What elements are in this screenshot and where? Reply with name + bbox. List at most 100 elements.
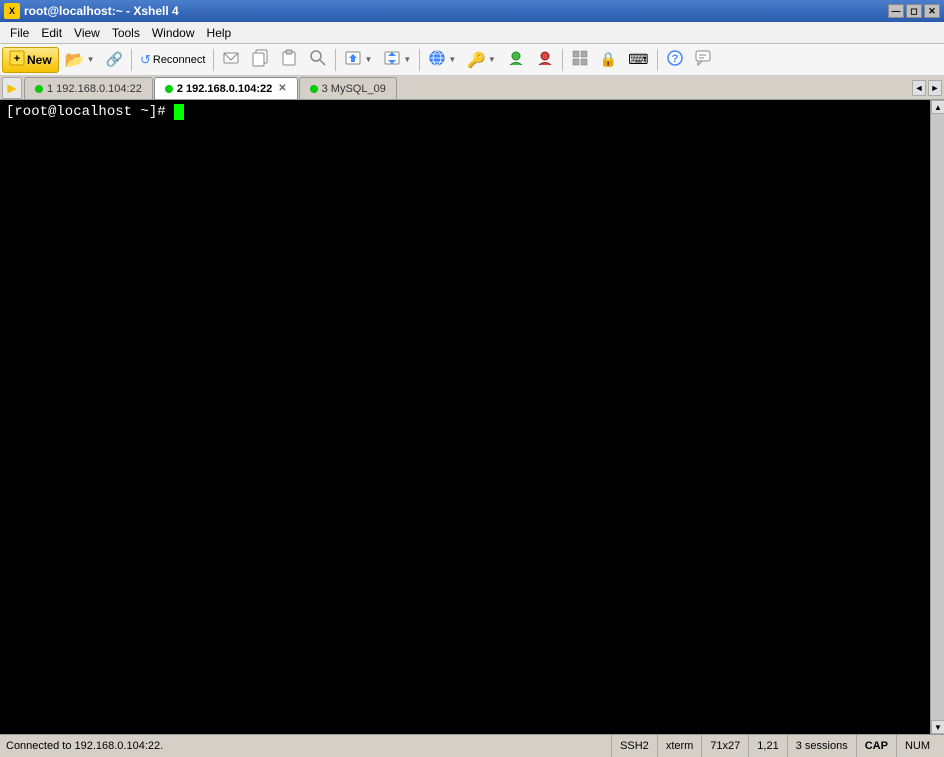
grid-button[interactable] (566, 47, 594, 73)
lock-button[interactable]: 🔒 (595, 47, 622, 73)
menu-bar: File Edit View Tools Window Help (0, 22, 944, 44)
restore-button[interactable]: ◻ (906, 4, 922, 18)
reconnect-label: Reconnect (153, 54, 206, 66)
terminal-prompt-line: [root@localhost ~]# (6, 104, 924, 120)
keyboard-button[interactable]: ⌨ (623, 47, 653, 73)
copy-button[interactable] (246, 47, 274, 73)
help-button[interactable]: ? (661, 47, 689, 73)
properties-button[interactable]: 🔗 (101, 47, 128, 73)
toolbar: + New 📂 ▼ 🔗 ↺ Reconnect (0, 44, 944, 76)
chat-icon (695, 49, 713, 70)
terminal-prompt: [root@localhost ~]# (6, 104, 174, 120)
sftp-button[interactable]: ▼ (378, 47, 416, 73)
agent2-button[interactable] (531, 47, 559, 73)
close-button[interactable]: ✕ (924, 4, 940, 18)
transfer-icon (344, 49, 362, 70)
find-button[interactable] (304, 47, 332, 73)
compose-button[interactable] (217, 47, 245, 73)
minimize-button[interactable]: — (888, 4, 904, 18)
new-icon: + (9, 50, 25, 69)
scrollbar-up-button[interactable]: ▲ (931, 100, 944, 114)
status-connection: Connected to 192.168.0.104:22. (6, 740, 611, 752)
window-title: root@localhost:~ - Xshell 4 (24, 4, 179, 18)
status-right: SSH2 xterm 71x27 1,21 3 sessions CAP NUM (611, 735, 938, 757)
status-protocol: SSH2 (611, 735, 657, 757)
title-bar: X root@localhost:~ - Xshell 4 — ◻ ✕ (0, 0, 944, 22)
paste-button[interactable] (275, 47, 303, 73)
separator-2 (213, 49, 214, 71)
tab-1-status-dot (35, 85, 43, 93)
key-dropdown-arrow: ▼ (488, 55, 496, 64)
lock-icon: 🔒 (600, 51, 617, 68)
tab-2-label: 2 192.168.0.104:22 (177, 83, 272, 95)
status-connected-text: Connected to 192.168.0.104:22. (6, 740, 163, 752)
key-icon: 🔑 (467, 51, 486, 69)
status-position: 1,21 (748, 735, 786, 757)
menu-edit[interactable]: Edit (35, 24, 68, 42)
transfer-button[interactable]: ▼ (339, 47, 377, 73)
separator-6 (657, 49, 658, 71)
reconnect-icon: ↺ (140, 52, 151, 68)
tab-3-label: 3 MySQL_09 (322, 83, 386, 95)
tab-2[interactable]: 2 192.168.0.104:22 ✕ (154, 77, 298, 99)
menu-file[interactable]: File (4, 24, 35, 42)
tab-1-label: 1 192.168.0.104:22 (47, 83, 142, 95)
terminal-cursor (174, 104, 184, 120)
globe-dropdown-arrow: ▼ (448, 55, 456, 64)
scrollbar-down-button[interactable]: ▼ (931, 720, 944, 734)
folder-dropdown-arrow: ▼ (87, 55, 95, 64)
paste-icon (280, 49, 298, 70)
tab-home-icon: ▶ (7, 81, 16, 95)
svg-text:?: ? (671, 53, 678, 65)
status-term: xterm (657, 735, 702, 757)
menu-view[interactable]: View (68, 24, 106, 42)
separator-3 (335, 49, 336, 71)
compose-icon (222, 49, 240, 70)
tab-2-status-dot (165, 85, 173, 93)
sftp-icon (383, 49, 401, 70)
svg-text:X: X (9, 6, 15, 16)
separator-4 (419, 49, 420, 71)
agent2-icon (536, 49, 554, 70)
tab-2-close-button[interactable]: ✕ (278, 83, 286, 94)
app-icon: X (4, 3, 20, 19)
copy-icon (251, 49, 269, 70)
svg-text:+: + (14, 53, 20, 65)
tab-3-status-dot (310, 85, 318, 93)
globe-icon (428, 49, 446, 70)
menu-help[interactable]: Help (201, 24, 238, 42)
keyboard-icon: ⌨ (628, 51, 648, 68)
sftp-dropdown-arrow: ▼ (403, 55, 411, 64)
reconnect-button[interactable]: ↺ Reconnect (135, 47, 211, 73)
tab-1[interactable]: 1 192.168.0.104:22 (24, 77, 153, 99)
status-num: NUM (896, 735, 938, 757)
help-icon: ? (666, 49, 684, 70)
tab-scroll-right-button[interactable]: ► (928, 80, 942, 96)
separator-1 (131, 49, 132, 71)
chat-button[interactable] (690, 47, 718, 73)
tab-3[interactable]: 3 MySQL_09 (299, 77, 397, 99)
main-area: [root@localhost ~]# ▲ ▼ (0, 100, 944, 734)
transfer-dropdown-arrow: ▼ (364, 55, 372, 64)
agent-icon (507, 49, 525, 70)
menu-tools[interactable]: Tools (106, 24, 146, 42)
key-button[interactable]: 🔑 ▼ (462, 47, 501, 73)
tab-home-button[interactable]: ▶ (2, 77, 22, 99)
find-icon (309, 49, 327, 70)
separator-5 (562, 49, 563, 71)
scrollbar-track[interactable] (931, 114, 944, 720)
terminal[interactable]: [root@localhost ~]# (0, 100, 930, 734)
status-dimensions: 71x27 (701, 735, 748, 757)
tab-bar: ▶ 1 192.168.0.104:22 2 192.168.0.104:22 … (0, 76, 944, 100)
tunneling-button[interactable]: ▼ (423, 47, 461, 73)
status-bar: Connected to 192.168.0.104:22. SSH2 xter… (0, 734, 944, 756)
new-session-button[interactable]: + New (2, 47, 59, 73)
new-label: New (27, 53, 52, 67)
open-folder-button[interactable]: 📂 ▼ (60, 47, 100, 73)
menu-window[interactable]: Window (146, 24, 201, 42)
terminal-scrollbar: ▲ ▼ (930, 100, 944, 734)
agent-button[interactable] (502, 47, 530, 73)
grid-icon (571, 49, 589, 70)
tab-scroll-left-button[interactable]: ◄ (912, 80, 926, 96)
folder-icon: 📂 (65, 50, 85, 70)
